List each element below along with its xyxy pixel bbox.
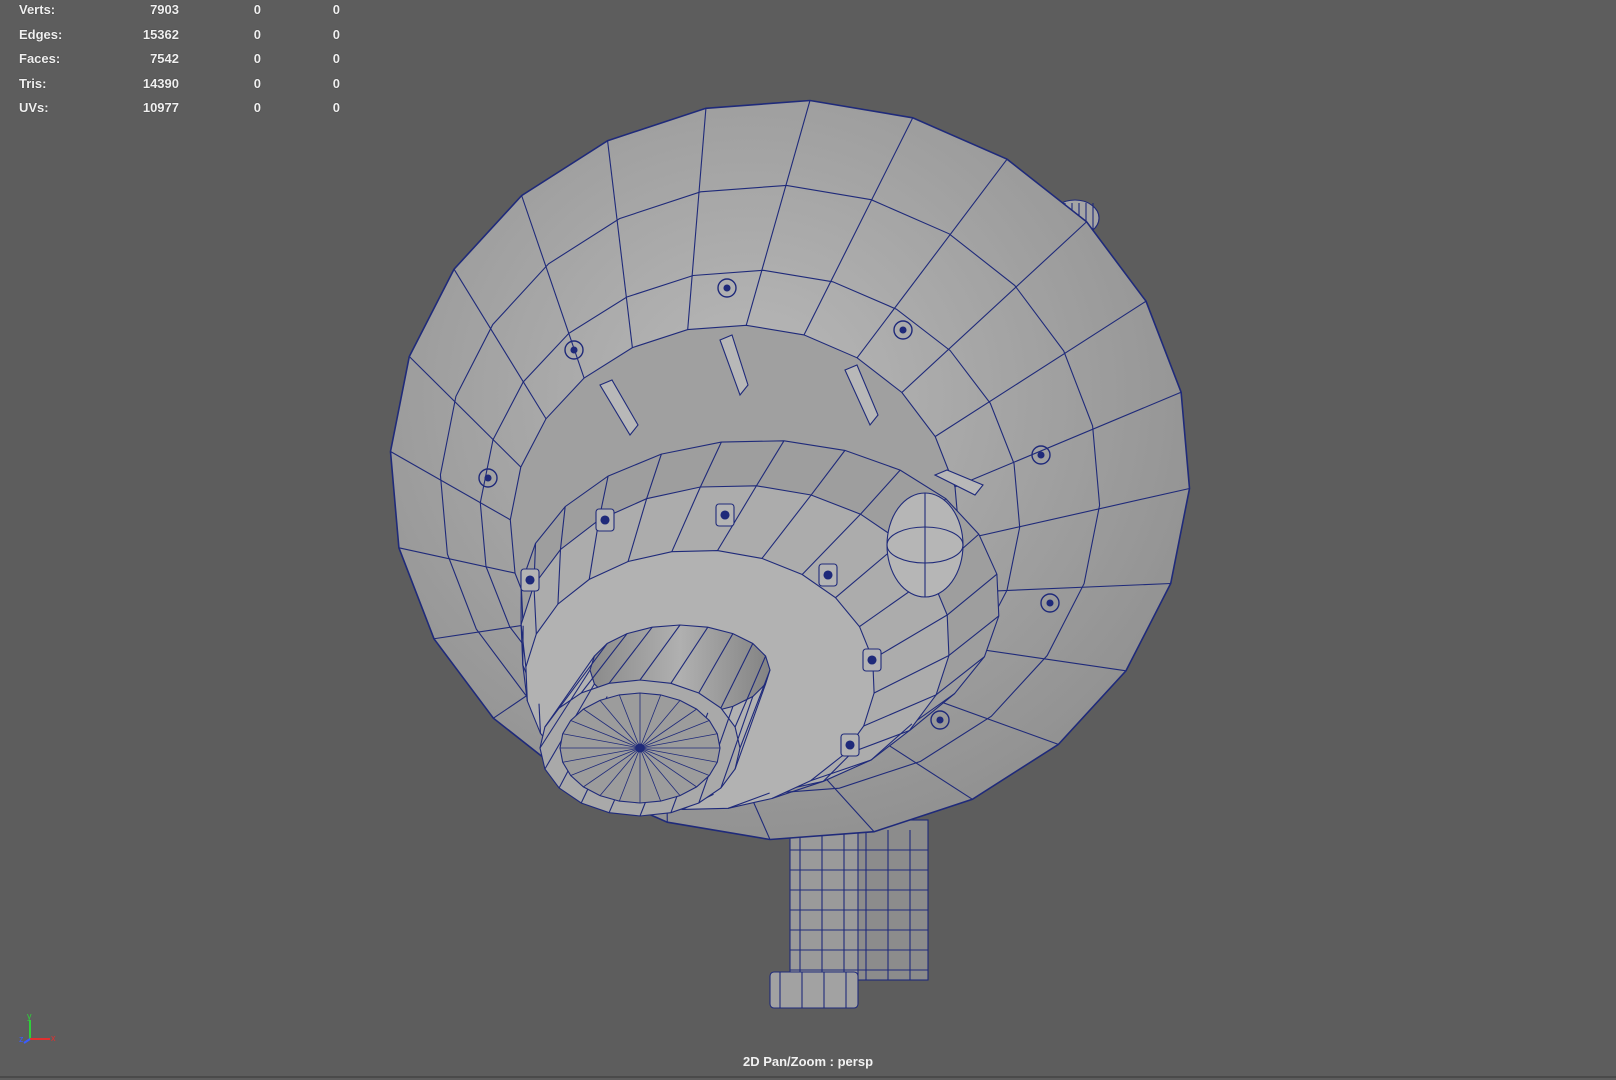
3d-viewport[interactable]: Verts: 7903 0 0 Edges: 15362 0 0 Faces: 7542 0 0 Tri…: [0, 0, 1616, 1080]
hud-label: UVs:: [19, 100, 49, 115]
hud-value: 15362: [142, 26, 179, 42]
bolt-center: [570, 346, 578, 354]
hud-value: 0: [332, 51, 340, 66]
clip-screw: [867, 655, 877, 665]
viewport-bottom-border: [0, 1076, 1616, 1078]
hud-value: 0: [253, 100, 261, 115]
clip-screw: [720, 510, 730, 520]
hud-value: 0: [253, 51, 261, 66]
bolt-center: [1046, 599, 1054, 607]
poly-count-hud: Verts: 7903 0 0 Edges: 15362 0 0 Faces: 7542 0 0 Tri…: [19, 2, 340, 125]
hud-value: 7903: [150, 2, 179, 17]
hud-value: 10977: [142, 100, 179, 115]
hud-value: 0: [332, 75, 340, 91]
hud-row-verts: Verts: 7903 0 0: [19, 2, 340, 27]
hud-label: Tris:: [19, 75, 47, 91]
hud-row-tris: Tris: 14390 0 0: [19, 75, 340, 101]
hud-label: Faces:: [19, 51, 61, 66]
clip-screw: [525, 575, 535, 585]
axis-y-label: y: [27, 1012, 32, 1021]
clip-screw: [600, 515, 610, 525]
hud-value: 0: [253, 75, 261, 91]
clip-screw: [845, 740, 855, 750]
bolt-center: [936, 716, 944, 724]
stand-foot: [769, 971, 859, 1009]
bolt-center: [1037, 451, 1045, 459]
bolt-center: [899, 326, 907, 334]
camera-status-label: 2D Pan/Zoom : persp: [742, 1054, 874, 1069]
axis-x-label: x: [51, 1033, 56, 1043]
bolt-center: [484, 474, 492, 482]
wireframe-mesh[interactable]: [0, 0, 1616, 1080]
hud-row-edges: Edges: 15362 0 0: [19, 26, 340, 52]
bolt-center: [723, 284, 731, 292]
hud-value: 0: [253, 2, 261, 17]
hud-row-faces: Faces: 7542 0 0: [19, 51, 340, 76]
axis-gizmo-icon: y x z: [19, 1012, 56, 1044]
hud-value: 0: [253, 26, 261, 42]
axis-z-label: z: [19, 1034, 24, 1044]
hud-row-uvs: UVs: 10977 0 0: [19, 100, 340, 125]
hud-value: 7542: [150, 51, 179, 66]
hud-label: Edges:: [19, 26, 63, 42]
hud-label: Verts:: [19, 2, 56, 17]
hud-value: 0: [332, 2, 340, 17]
hud-value: 0: [332, 26, 340, 42]
stand-leg: [857, 819, 929, 981]
clip-screw: [823, 570, 833, 580]
nozzle-center: [635, 743, 645, 753]
hud-value: 0: [332, 100, 340, 115]
hud-value: 14390: [142, 75, 179, 91]
